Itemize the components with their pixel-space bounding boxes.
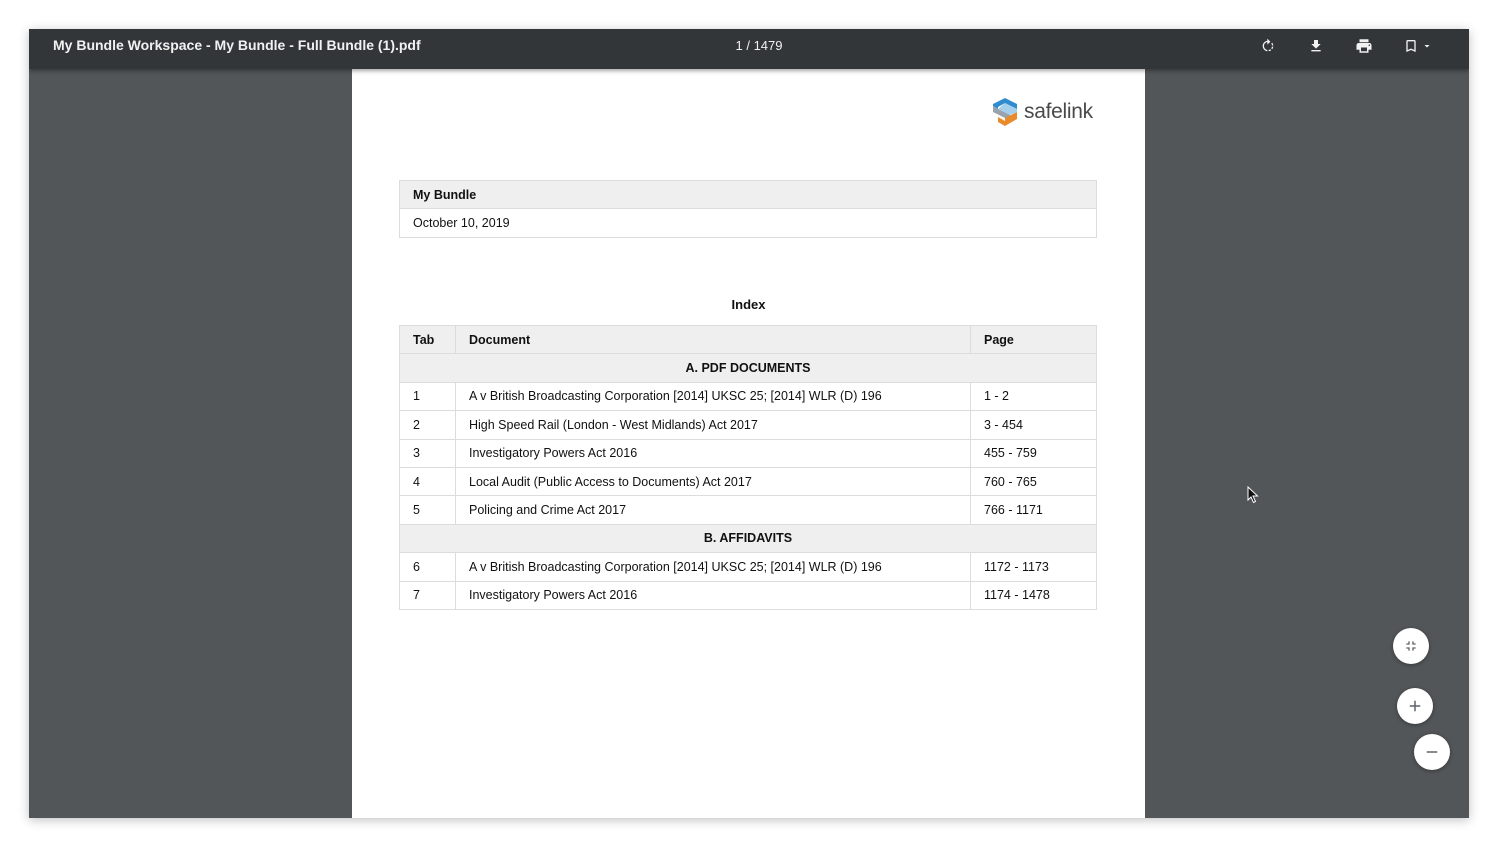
tab-cell: 4: [399, 466, 456, 497]
tab-cell: 3: [399, 438, 456, 468]
index-header-row: Tab Document Page: [399, 324, 1097, 355]
rotate-button[interactable]: [1254, 34, 1282, 58]
document-cell[interactable]: A v British Broadcasting Corporation [20…: [455, 552, 971, 582]
tab-cell: 1: [399, 381, 456, 412]
page-cell: 3 - 454: [970, 410, 1097, 440]
table-row: 7 Investigatory Powers Act 2016 1174 - 1…: [399, 580, 1097, 610]
tab-cell: 5: [399, 495, 456, 525]
document-title: My Bundle Workspace - My Bundle - Full B…: [53, 37, 421, 53]
page-cell: 1 - 2: [970, 381, 1097, 412]
document-cell[interactable]: Policing and Crime Act 2017: [455, 495, 971, 525]
bookmark-icon: [1406, 40, 1416, 52]
mouse-cursor-icon: [1247, 486, 1259, 504]
download-icon: [1311, 40, 1321, 52]
caret-down-icon: [1424, 45, 1430, 48]
tab-cell: 6: [399, 552, 456, 582]
index-table: Tab Document Page A. PDF DOCUMENTS 1 A v…: [399, 324, 1097, 610]
document-cell[interactable]: A v British Broadcasting Corporation [20…: [455, 381, 971, 412]
tab-cell: 7: [399, 580, 456, 610]
table-row: 5 Policing and Crime Act 2017 766 - 1171: [399, 495, 1097, 525]
document-cell[interactable]: Investigatory Powers Act 2016: [455, 580, 971, 610]
page-cell: 766 - 1171: [970, 495, 1097, 525]
fit-page-icon: [1406, 641, 1416, 651]
safelink-logo: safelink: [992, 95, 1093, 129]
section-title: A. PDF DOCUMENTS: [399, 353, 1097, 383]
page-cell: 760 - 765: [970, 466, 1097, 497]
logo-wordmark: safelink: [1024, 100, 1093, 123]
column-header-document: Document: [455, 324, 971, 355]
table-row: 1 A v British Broadcasting Corporation […: [399, 381, 1097, 412]
section-title: B. AFFIDAVITS: [399, 523, 1097, 554]
zoom-in-button[interactable]: [1397, 688, 1433, 724]
table-row: 2 High Speed Rail (London - West Midland…: [399, 410, 1097, 440]
section-row: A. PDF DOCUMENTS: [399, 353, 1097, 383]
pdf-viewer: My Bundle Workspace - My Bundle - Full B…: [29, 29, 1469, 818]
table-row: 6 A v British Broadcasting Corporation […: [399, 552, 1097, 582]
bundle-name: My Bundle: [400, 181, 1096, 209]
viewer-toolbar: My Bundle Workspace - My Bundle - Full B…: [29, 29, 1469, 69]
print-icon: [1356, 39, 1372, 53]
table-row: 3 Investigatory Powers Act 2016 455 - 75…: [399, 438, 1097, 468]
bookmark-menu-button[interactable]: [1398, 34, 1438, 58]
page-indicator[interactable]: 1 / 1479: [709, 29, 809, 62]
document-cell[interactable]: Local Audit (Public Access to Documents)…: [455, 466, 971, 497]
safelink-logo-mark: [993, 98, 1017, 126]
tab-cell: 2: [399, 410, 456, 440]
document-cell[interactable]: Investigatory Powers Act 2016: [455, 438, 971, 468]
page-cell: 1172 - 1173: [970, 552, 1097, 582]
fit-page-button[interactable]: [1393, 628, 1429, 664]
zoom-out-button[interactable]: [1414, 734, 1450, 770]
column-header-page: Page: [970, 324, 1097, 355]
section-row: B. AFFIDAVITS: [399, 523, 1097, 554]
pdf-page: safelink My Bundle October 10, 2019 Inde…: [352, 69, 1145, 818]
document-cell[interactable]: High Speed Rail (London - West Midlands)…: [455, 410, 971, 440]
download-button[interactable]: [1302, 34, 1330, 58]
page-cell: 1174 - 1478: [970, 580, 1097, 610]
bundle-date: October 10, 2019: [413, 216, 510, 230]
rotate-icon: [1262, 38, 1274, 52]
print-button[interactable]: [1350, 34, 1378, 58]
page-cell: 455 - 759: [970, 438, 1097, 468]
column-header-tab: Tab: [399, 324, 456, 355]
index-heading: Index: [731, 297, 766, 312]
zoom-in-icon: [1409, 700, 1421, 712]
table-row: 4 Local Audit (Public Access to Document…: [399, 466, 1097, 497]
bundle-info-box: My Bundle October 10, 2019: [399, 180, 1097, 238]
zoom-out-icon: [1426, 751, 1438, 753]
